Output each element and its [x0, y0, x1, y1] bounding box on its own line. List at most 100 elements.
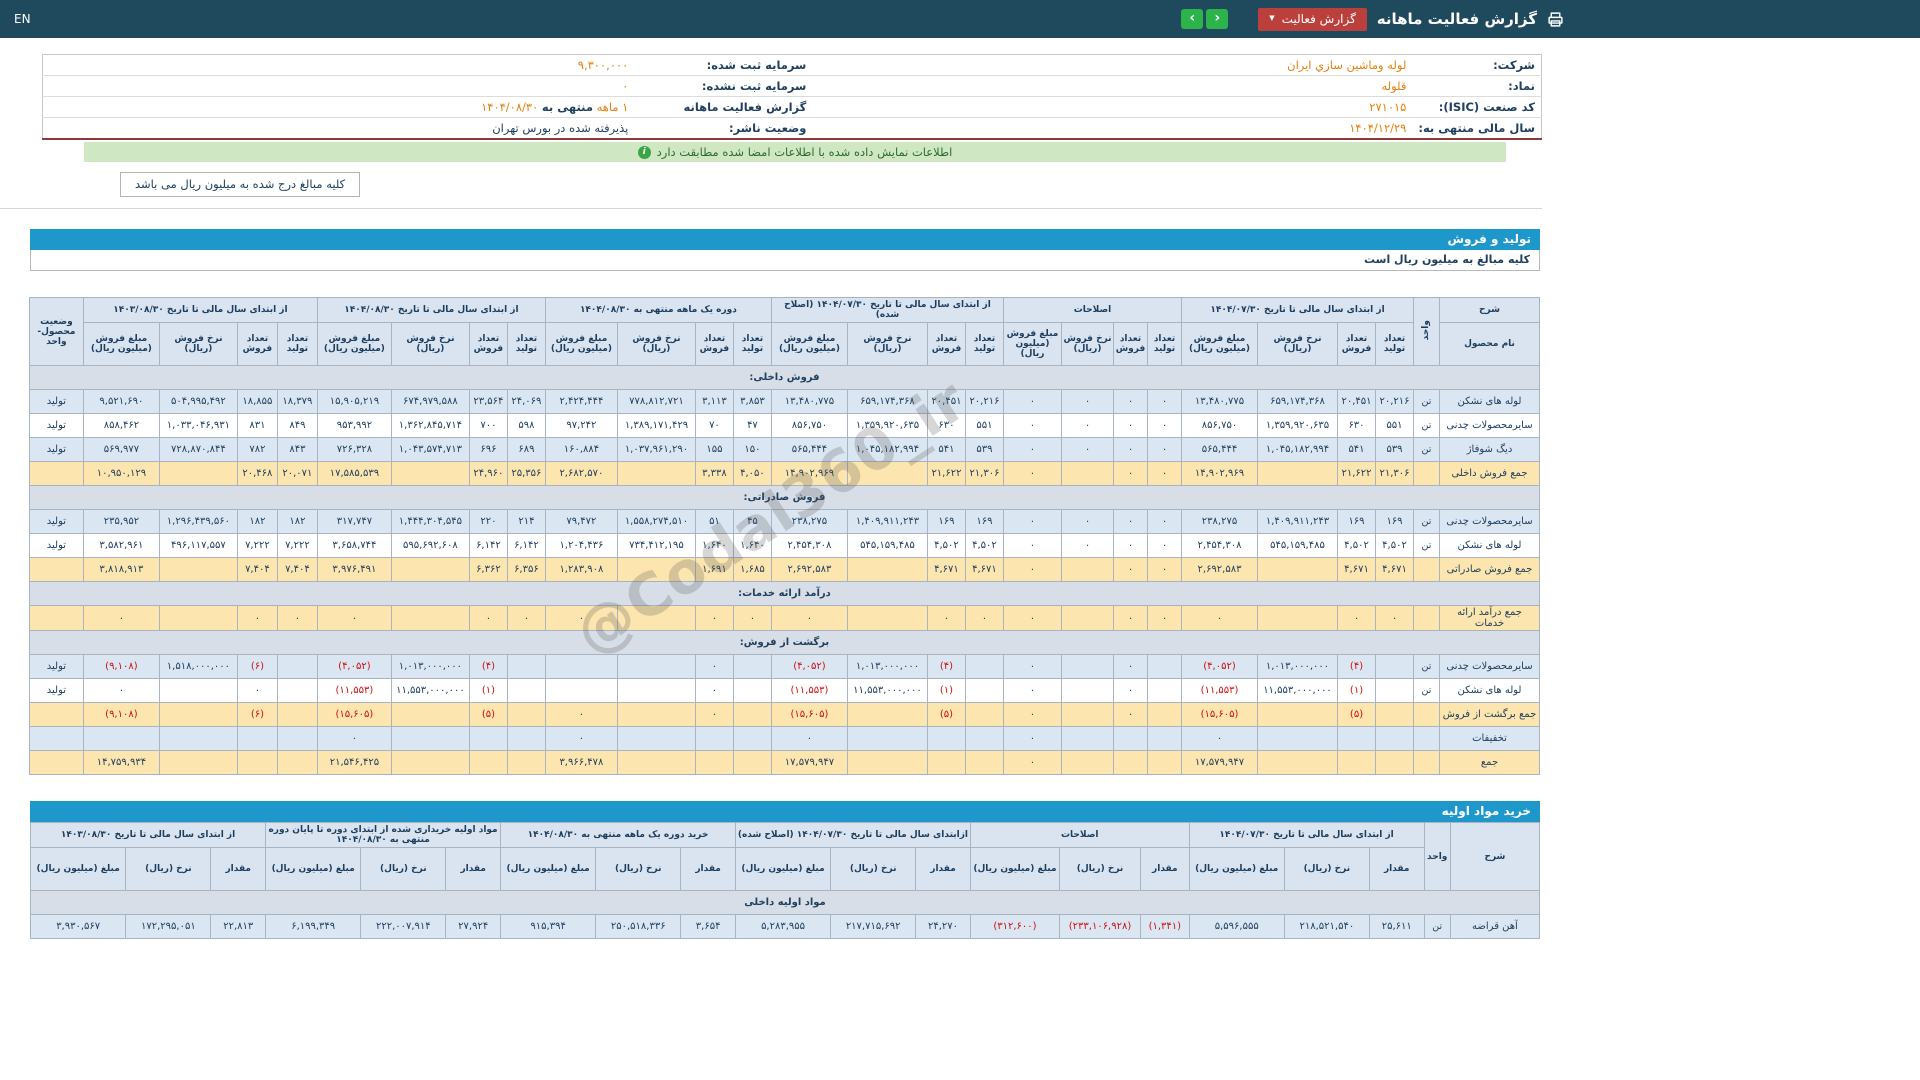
table-cell: (۱۱,۵۵۳) — [1181, 678, 1258, 703]
table-cell: ۱۳,۴۸۰,۷۷۵ — [1181, 389, 1258, 414]
table-cell — [846, 726, 928, 751]
table-cell: ۱,۶۸۵ — [732, 557, 772, 582]
table-cell: (۲۳۳,۱۰۶,۹۲۸) — [1059, 914, 1142, 939]
table-cell: ۴,۰۵۰ — [732, 461, 772, 486]
topbar: گزارش فعالیت ماهانه گزارش فعالیت ▼ ‹ › E… — [0, 0, 1920, 38]
table-cell: ۱۷,۵۸۵,۵۳۹ — [316, 461, 392, 486]
prev-report-button[interactable]: ‹ — [1181, 9, 1204, 29]
table-cell: ۵۴۵,۱۵۹,۴۸۵ — [1257, 533, 1338, 558]
table-cell: ۰ — [964, 605, 1004, 631]
table-cell: ۰ — [1147, 557, 1182, 582]
table-cell: ۰ — [1147, 413, 1182, 438]
table-cell — [616, 605, 696, 631]
column-header: مبلغ (میلیون ریال) — [1188, 847, 1285, 891]
table-cell: ۱,۳۵۹,۹۲۰,۶۳۵ — [846, 413, 928, 438]
table-cell — [1147, 654, 1182, 679]
table-cell: ۵۶۹,۹۷۷ — [82, 437, 160, 462]
table-cell: ۲۳۵,۹۵۲ — [82, 509, 160, 534]
table-cell: ۰ — [316, 605, 392, 631]
table-cell: ۰ — [1002, 702, 1063, 727]
fiscal-year-value: ۱۴۰۴/۱۲/۲۹ — [1349, 121, 1407, 135]
column-header: تعداد فروش — [468, 322, 508, 366]
table-cell — [964, 654, 1004, 679]
table-cell: ۲۱۴ — [506, 509, 546, 534]
report-period-infix: منتهی به — [541, 100, 593, 114]
table-cell: ۷,۲۲۲ — [276, 533, 318, 558]
table-cell: ۰ — [770, 605, 848, 631]
table-cell — [1257, 557, 1338, 582]
table-cell — [1061, 726, 1114, 751]
table-row: جمع فروش داخلی ۲۱,۳۰۶ ۲۱,۶۲۲ ۱۴,۹۰۲,۹۶۹ ۰ ۰ ۰ ۲… — [28, 461, 1540, 486]
raw-materials-table: شرح واحد از ابتدای سال مالی تا تاریخ ۱۴۰۴/… — [29, 822, 1541, 939]
registered-capital-label: سرمایه ثبت شده: — [634, 54, 813, 76]
product-name: لوله های نشکن — [1439, 678, 1540, 703]
product-name: جمع — [1439, 750, 1540, 775]
table-cell: ۰ — [1002, 437, 1063, 462]
product-status: تولید — [28, 533, 84, 558]
col-group: از ابتدای سال مالی تا تاریخ ۱۴۰۳/۰۸/۳۰ — [82, 297, 318, 323]
symbol-label: نماد: — [1412, 75, 1542, 97]
column-header: نرخ (ریال) — [125, 847, 212, 891]
product-name: تخفیفات — [1439, 726, 1540, 751]
table-cell: ۰ — [276, 605, 318, 631]
table-cell: (۱) — [468, 678, 508, 703]
col-group: اصلاحات — [969, 822, 1190, 848]
table-cell: ۱۱,۵۵۳,۰۰۰,۰۰۰ — [390, 678, 470, 703]
table-cell: (۵) — [1337, 702, 1376, 727]
unit: تن — [1423, 914, 1451, 939]
table-cell: (۱۵,۶۰۵) — [316, 702, 392, 727]
table-cell: ۱۷,۵۷۹,۹۴۷ — [770, 750, 848, 775]
table-header: شرح واحد از ابتدای سال مالی تا تاریخ ۱۴۰۴/… — [28, 297, 1540, 366]
table-cell — [544, 678, 618, 703]
col-group: خرید دوره یک ماهه منتهی به ۱۴۰۴/۰۸/۳۰ — [500, 822, 736, 848]
table-cell: ۲۵,۳۵۶ — [506, 461, 546, 486]
table-cell — [846, 750, 928, 775]
product-status — [28, 750, 84, 775]
unit — [1413, 726, 1440, 751]
table-cell: ۷۲۶,۳۲۸ — [316, 437, 392, 462]
next-report-button[interactable]: › — [1206, 9, 1229, 29]
table-cell: ۵۳۹ — [1375, 437, 1414, 462]
table-cell: ۰ — [1113, 461, 1148, 486]
language-toggle[interactable]: EN — [14, 12, 31, 26]
table-cell: ۳,۹۷۶,۴۹۱ — [316, 557, 392, 582]
table-cell: (۵) — [468, 702, 508, 727]
product-status — [28, 605, 84, 631]
table-cell: ۵,۲۸۳,۹۵۵ — [734, 914, 832, 939]
unit: تن — [1413, 413, 1440, 438]
column-header: تعداد فروش — [694, 322, 734, 366]
table-cell: ۲۱,۳۰۶ — [1375, 461, 1414, 486]
table-cell: ۱۵۰ — [732, 437, 772, 462]
table-cell: ۰ — [1181, 726, 1258, 751]
column-header: نرخ فروش (ریال) — [1257, 322, 1338, 366]
table-cell: ۶۹۶ — [468, 437, 508, 462]
column-header: تعداد تولید — [506, 322, 546, 366]
table-cell: (۴,۰۵۲) — [316, 654, 392, 679]
table-cell — [1375, 750, 1414, 775]
product-name: لوله های نشکن — [1439, 533, 1540, 558]
table-cell: ۲۷,۹۲۴ — [445, 914, 502, 939]
report-type-button[interactable]: گزارش فعالیت ▼ — [1258, 7, 1367, 31]
col-unit: واحد — [1413, 297, 1440, 366]
column-header: نرخ فروش (ریال) — [1061, 322, 1114, 366]
table-cell: ۰ — [1061, 437, 1114, 462]
table-cell — [616, 702, 696, 727]
product-status: تولید — [28, 654, 84, 679]
table-cell — [158, 557, 238, 582]
table-cell: ۷۰۰ — [468, 413, 508, 438]
table-cell: ۵۹۸ — [506, 413, 546, 438]
table-cell: ۰ — [1002, 654, 1063, 679]
printer-icon[interactable] — [1547, 11, 1564, 28]
table-row: فروش داخلی: — [28, 365, 1541, 390]
product-status — [28, 461, 84, 486]
table-cell — [616, 654, 696, 679]
col-group: از ابتدای سال مالی تا تاریخ ۱۴۰۴/۰۸/۳۰ — [316, 297, 546, 323]
table-cell: ۱,۵۱۸,۰۰۰,۰۰۰ — [158, 654, 238, 679]
product-status: تولید — [28, 678, 84, 703]
col-group: از ابتدای سال مالی تا تاریخ ۱۴۰۴/۰۷/۳۰ — [1188, 822, 1425, 848]
report-period-value: ۱ ماهه منتهی به ۱۴۰۴/۰۸/۳۰ — [42, 96, 635, 118]
table-row: مواد اولیه داخلی — [30, 890, 1540, 915]
table-cell: ۵۰۴,۹۹۵,۴۹۲ — [158, 389, 238, 414]
table-cell: ۵۱ — [694, 509, 734, 534]
column-header: نرخ (ریال) — [360, 847, 447, 891]
